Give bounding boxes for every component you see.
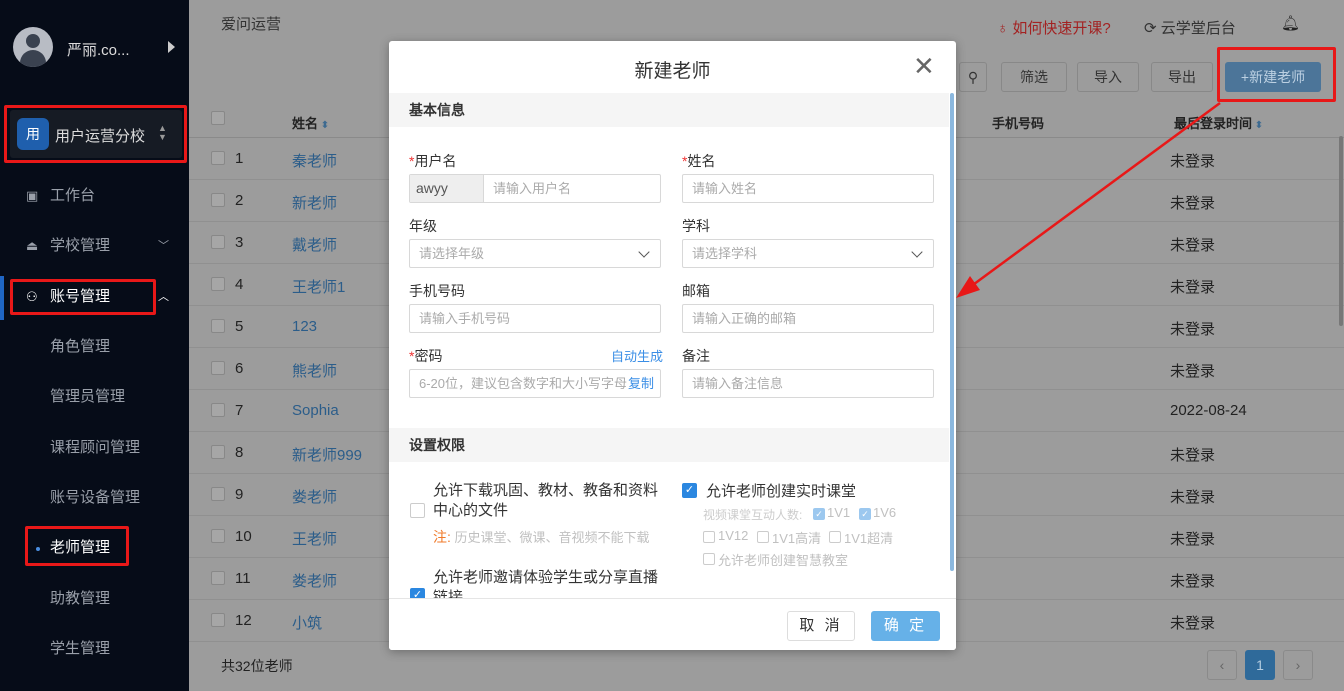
annotation-arrow: [956, 101, 1221, 298]
